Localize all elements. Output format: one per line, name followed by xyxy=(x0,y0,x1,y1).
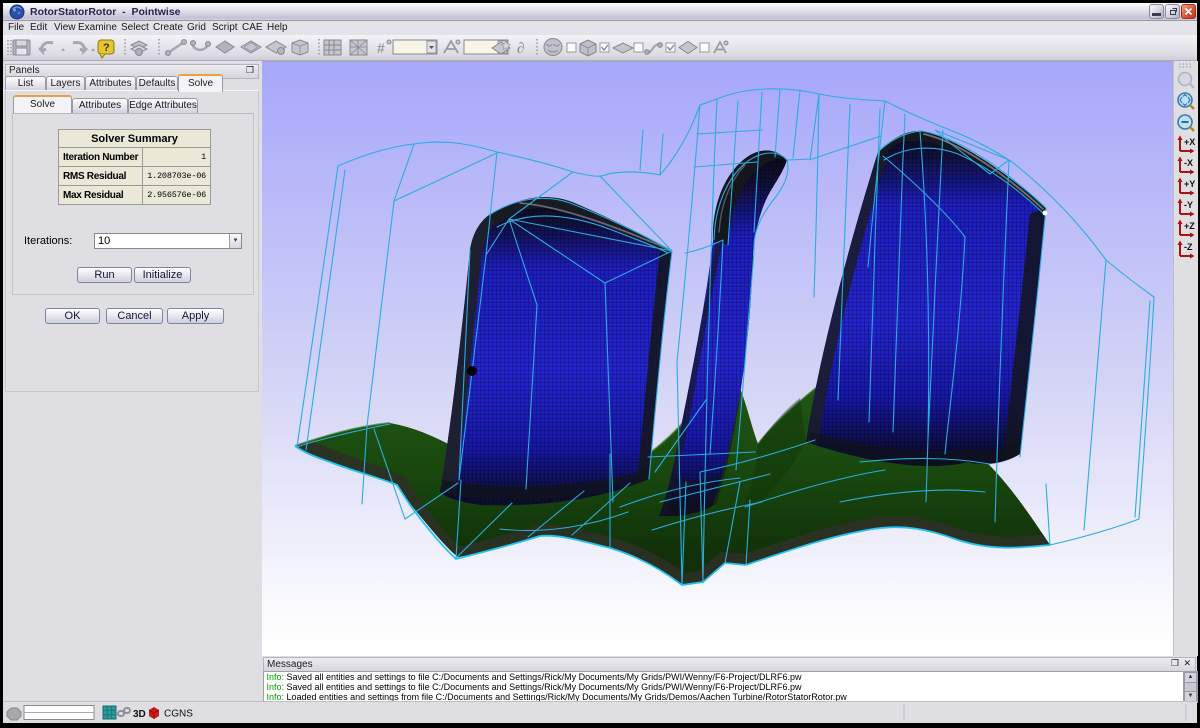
svg-text:-Y: -Y xyxy=(1184,200,1193,210)
svg-text:3D: 3D xyxy=(133,709,146,720)
svg-text:CGNS: CGNS xyxy=(164,709,193,720)
svg-text:+Z: +Z xyxy=(1184,221,1195,231)
svg-text:?: ? xyxy=(103,42,110,54)
svg-text:+Y: +Y xyxy=(1184,179,1195,189)
svg-text:-Z: -Z xyxy=(1184,242,1193,252)
svg-text:#: # xyxy=(377,40,385,56)
svg-text:-X: -X xyxy=(1184,158,1193,168)
svg-text:+X: +X xyxy=(1184,137,1195,147)
svg-text:∂: ∂ xyxy=(517,41,524,57)
